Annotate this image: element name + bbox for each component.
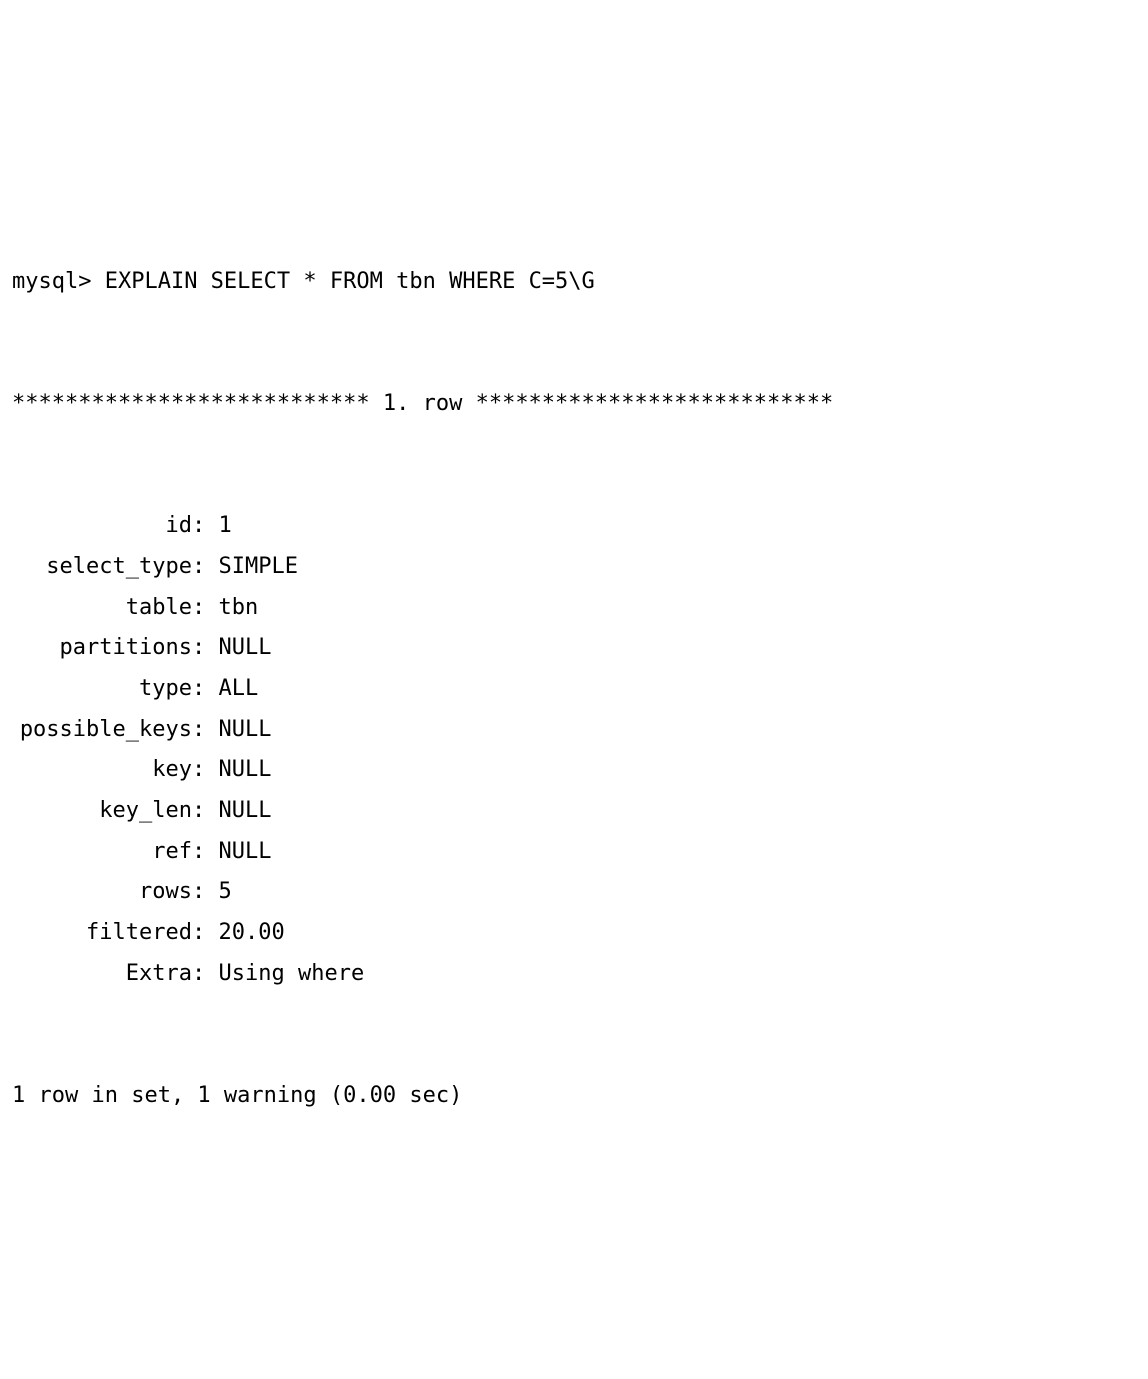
field-label: type <box>12 669 192 710</box>
explain-field-row: key: NULL <box>12 750 1136 791</box>
explain-field-row: type: ALL <box>12 669 1136 710</box>
field-colon: : <box>192 628 219 669</box>
explain-field-row: table: tbn <box>12 588 1136 629</box>
explain-field-row: possible_keys: NULL <box>12 710 1136 751</box>
explain-field-row: ref: NULL <box>12 832 1136 873</box>
field-value: 5 <box>219 872 232 913</box>
field-label: partitions <box>12 628 192 669</box>
field-colon: : <box>192 669 219 710</box>
result-footer: 1 row in set, 1 warning (0.00 sec) <box>12 1076 1136 1117</box>
field-value: ALL <box>219 669 259 710</box>
field-label: table <box>12 588 192 629</box>
explain-field-row: select_type: SIMPLE <box>12 547 1136 588</box>
field-value: NULL <box>219 710 272 751</box>
field-label: key <box>12 750 192 791</box>
row-separator: *************************** 1. row *****… <box>12 384 1136 425</box>
field-colon: : <box>192 588 219 629</box>
explain-field-row: partitions: NULL <box>12 628 1136 669</box>
field-colon: : <box>192 791 219 832</box>
field-value: tbn <box>219 588 259 629</box>
field-label: id <box>12 506 192 547</box>
field-value: Using where <box>219 954 365 995</box>
field-label: filtered <box>12 913 192 954</box>
mysql-terminal-output: mysql> EXPLAIN SELECT * FROM tbn WHERE C… <box>12 181 1136 1158</box>
explain-field-row: id: 1 <box>12 506 1136 547</box>
field-label: rows <box>12 872 192 913</box>
field-label: Extra <box>12 954 192 995</box>
field-colon: : <box>192 913 219 954</box>
field-colon: : <box>192 750 219 791</box>
explain-field-row: Extra: Using where <box>12 954 1136 995</box>
field-label: possible_keys <box>12 710 192 751</box>
field-value: NULL <box>219 832 272 873</box>
field-value: NULL <box>219 750 272 791</box>
command-line: mysql> EXPLAIN SELECT * FROM tbn WHERE C… <box>12 262 1136 303</box>
explain-field-row: key_len: NULL <box>12 791 1136 832</box>
field-value: 20.00 <box>219 913 285 954</box>
field-value: 1 <box>219 506 232 547</box>
field-colon: : <box>192 547 219 588</box>
field-value: NULL <box>219 791 272 832</box>
explain-fields: id: 1select_type: SIMPLEtable: tbnpartit… <box>12 506 1136 994</box>
field-label: select_type <box>12 547 192 588</box>
field-label: ref <box>12 832 192 873</box>
explain-field-row: filtered: 20.00 <box>12 913 1136 954</box>
mysql-prompt: mysql> <box>12 269 105 294</box>
field-colon: : <box>192 506 219 547</box>
field-value: SIMPLE <box>219 547 298 588</box>
field-value: NULL <box>219 628 272 669</box>
field-colon: : <box>192 872 219 913</box>
sql-command: EXPLAIN SELECT * FROM tbn WHERE C=5\G <box>105 269 595 294</box>
explain-field-row: rows: 5 <box>12 872 1136 913</box>
field-colon: : <box>192 832 219 873</box>
field-label: key_len <box>12 791 192 832</box>
field-colon: : <box>192 710 219 751</box>
field-colon: : <box>192 954 219 995</box>
